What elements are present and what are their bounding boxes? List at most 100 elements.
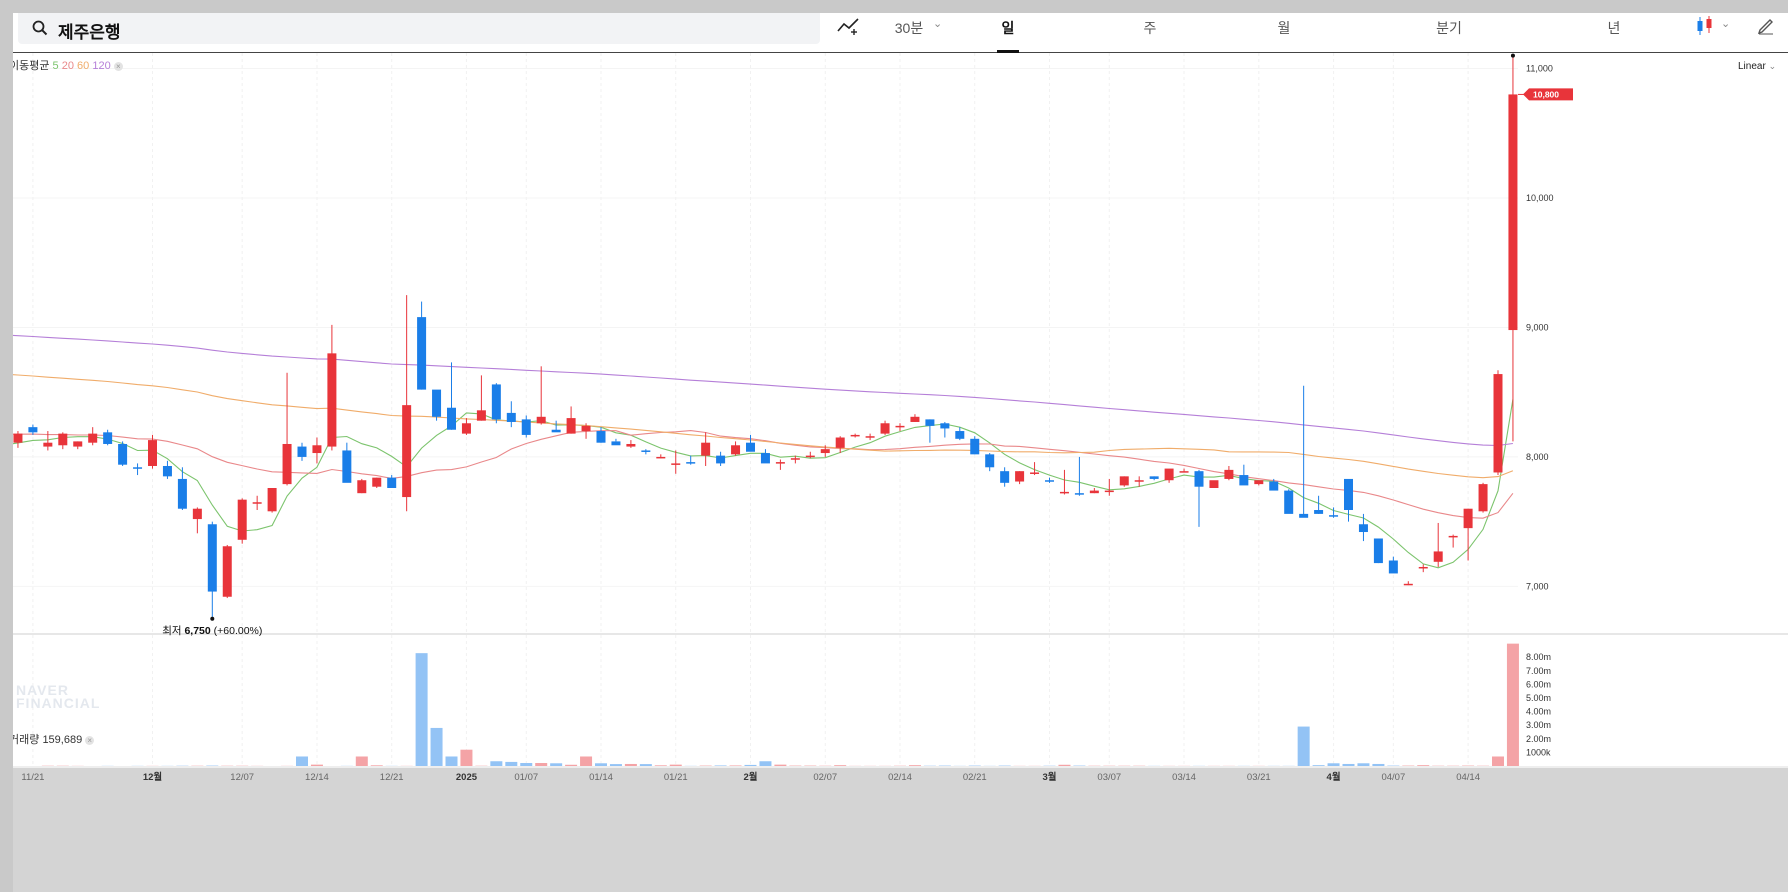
candle-body bbox=[43, 442, 53, 447]
candle-body bbox=[1045, 480, 1054, 482]
candle-body bbox=[387, 477, 397, 488]
chevron-down-icon[interactable]: ⌄ bbox=[1721, 17, 1730, 30]
search-input[interactable]: 제주은행 bbox=[58, 18, 121, 43]
volume-bar bbox=[505, 761, 518, 766]
search-box[interactable]: 제주은행 bbox=[18, 13, 820, 44]
candle bbox=[850, 433, 860, 438]
tab-month[interactable]: 월 bbox=[1269, 18, 1299, 38]
candle bbox=[447, 362, 456, 430]
candle bbox=[1179, 468, 1189, 473]
candle bbox=[1149, 476, 1159, 481]
candle bbox=[1433, 522, 1443, 567]
volume-bar bbox=[490, 761, 503, 766]
tab-year[interactable]: 년 bbox=[1599, 18, 1629, 38]
candle bbox=[1089, 488, 1099, 494]
candle-body bbox=[103, 432, 113, 444]
watermark-line2: FINANCIAL bbox=[16, 695, 101, 711]
x-tick-label: 01/07 bbox=[514, 772, 538, 783]
candle-body bbox=[955, 431, 965, 439]
candle bbox=[1358, 513, 1368, 542]
tab-day[interactable]: 일 bbox=[993, 18, 1023, 38]
tab-30min[interactable]: 30분 bbox=[891, 18, 927, 38]
x-tick-label: 02/21 bbox=[963, 772, 987, 783]
candle-body bbox=[775, 462, 785, 464]
candle bbox=[940, 421, 950, 438]
candle bbox=[895, 423, 905, 432]
volume-legend[interactable]: 거래량 159,689 × bbox=[13, 731, 95, 747]
candle bbox=[701, 432, 711, 466]
pencil-icon[interactable] bbox=[1757, 15, 1775, 40]
candle bbox=[1119, 476, 1129, 487]
candle bbox=[162, 460, 172, 479]
candle bbox=[626, 440, 636, 448]
volume-bar bbox=[1357, 763, 1370, 766]
candle-body bbox=[1314, 510, 1324, 514]
candle-body bbox=[1358, 524, 1368, 533]
candle-body bbox=[1194, 471, 1204, 487]
chevron-down-icon[interactable]: ⌄ bbox=[933, 17, 942, 30]
ma-line-120 bbox=[13, 334, 1513, 447]
candle bbox=[1284, 489, 1294, 514]
price-tick-label: 8,000 bbox=[1526, 452, 1549, 462]
active-tab-underline bbox=[997, 50, 1019, 53]
candle-body bbox=[1299, 513, 1309, 518]
chart-canvas[interactable]: 7,000 8,000 9,000 10,000 11,000 1000k 2.00m 3.0… bbox=[13, 13, 1788, 892]
candle-body bbox=[58, 433, 68, 446]
x-tick-label: 12월 bbox=[143, 771, 162, 783]
volume-bar bbox=[565, 764, 578, 766]
candle bbox=[1194, 469, 1204, 527]
volume-bar bbox=[1297, 726, 1310, 766]
candle-body bbox=[162, 465, 172, 477]
candle bbox=[1239, 464, 1249, 486]
candle bbox=[222, 544, 232, 599]
candle-body bbox=[1329, 515, 1339, 517]
candle bbox=[237, 498, 247, 544]
volume-bar bbox=[1492, 756, 1504, 766]
candle-body bbox=[1164, 468, 1174, 481]
candle-body bbox=[1224, 469, 1234, 479]
volume-close-icon[interactable]: × bbox=[85, 736, 95, 745]
candle-body bbox=[1089, 490, 1099, 494]
x-tick-label: 03/21 bbox=[1247, 772, 1271, 783]
tab-quarter[interactable]: 분기 bbox=[1429, 18, 1469, 38]
volume-tick-label: 3.00m bbox=[1526, 720, 1551, 730]
axis-mode-select[interactable]: Linear ⌄ bbox=[1738, 61, 1776, 72]
candle bbox=[1418, 564, 1428, 573]
candle-body bbox=[596, 431, 606, 443]
candlestick-icon[interactable] bbox=[1695, 15, 1715, 42]
candle bbox=[1478, 482, 1488, 513]
candle-body bbox=[402, 405, 412, 498]
x-tick-label: 02/07 bbox=[813, 772, 837, 783]
candle-body bbox=[760, 453, 770, 464]
candle-body bbox=[1433, 551, 1443, 562]
price-tick-label: 9,000 bbox=[1526, 322, 1549, 332]
volume-bar bbox=[580, 756, 593, 766]
ma-legend[interactable]: 이동평균 5 20 60 120 × bbox=[13, 57, 123, 73]
candle bbox=[1388, 556, 1398, 574]
candle-body bbox=[282, 443, 292, 485]
ma-line-5 bbox=[13, 399, 1514, 569]
volume-tick-label: 6.00m bbox=[1526, 679, 1551, 689]
candle bbox=[327, 324, 337, 451]
candle bbox=[1373, 538, 1383, 564]
search-icon bbox=[32, 20, 48, 41]
volume-tick-label: 4.00m bbox=[1526, 707, 1551, 717]
tab-week[interactable]: 주 bbox=[1135, 18, 1165, 38]
candle bbox=[1209, 480, 1219, 488]
indicator-add-icon[interactable] bbox=[836, 15, 862, 42]
candle bbox=[58, 432, 68, 450]
candle bbox=[1134, 476, 1144, 487]
candle-body bbox=[626, 443, 636, 447]
candle bbox=[118, 441, 128, 466]
candle-body bbox=[865, 436, 875, 438]
volume-title: 거래량 bbox=[13, 734, 40, 746]
candle-body bbox=[1104, 490, 1114, 493]
volume-bar bbox=[595, 763, 607, 766]
candle-body bbox=[491, 384, 501, 420]
ma-legend-close-icon[interactable]: × bbox=[113, 62, 123, 71]
volume-bar bbox=[550, 763, 563, 766]
candle-body bbox=[118, 443, 128, 465]
candle-body bbox=[701, 442, 711, 456]
candle-body bbox=[506, 412, 516, 422]
candle-body bbox=[1030, 472, 1040, 474]
